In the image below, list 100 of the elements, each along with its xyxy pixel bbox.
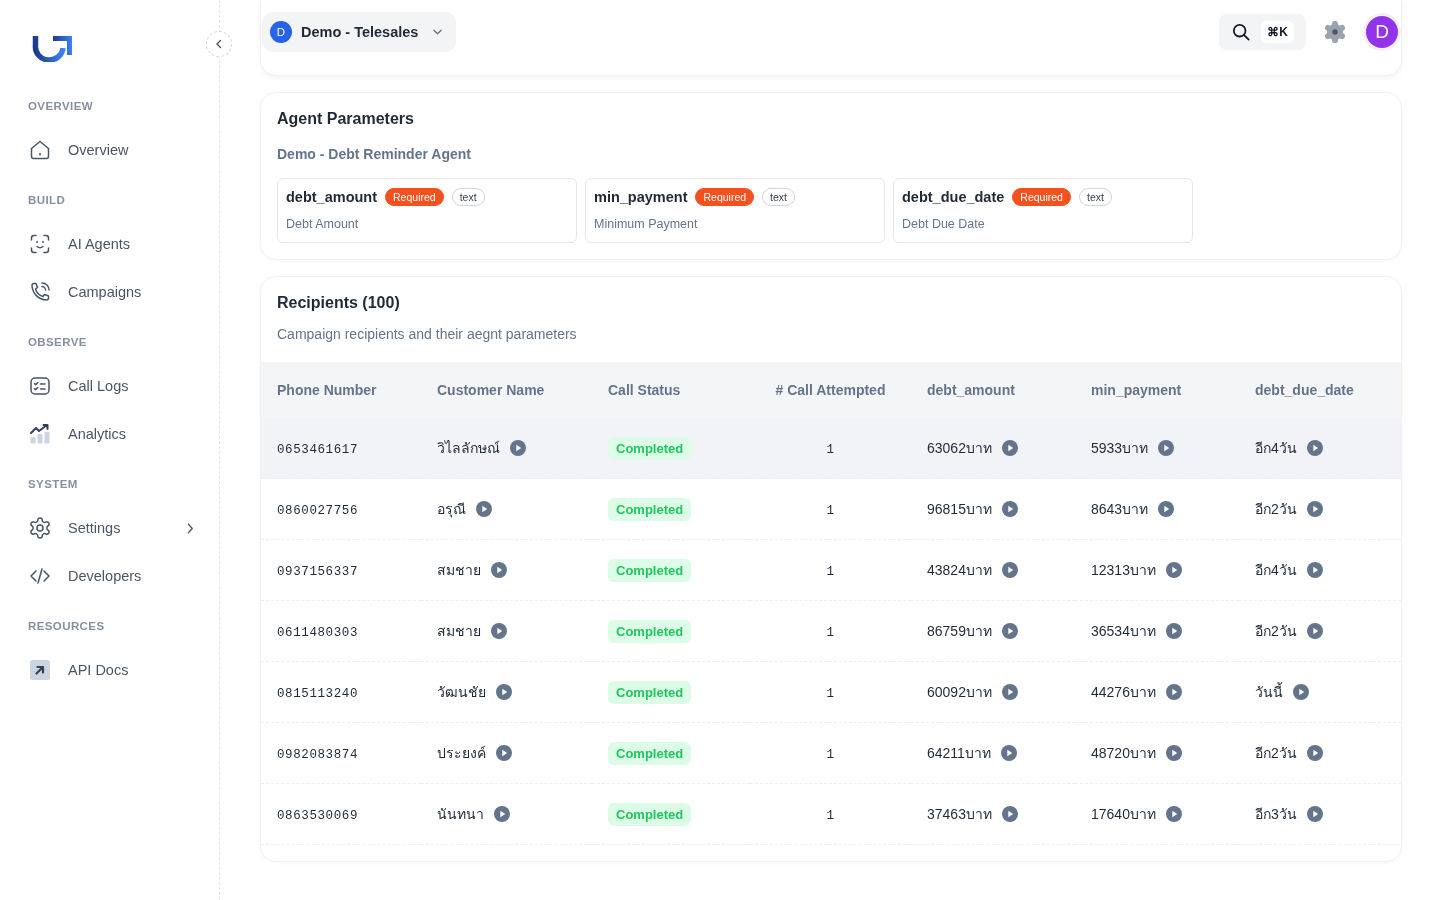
play-icon[interactable] (496, 684, 512, 700)
play-icon[interactable] (1001, 440, 1018, 456)
table-cell: 17640บาท (1091, 806, 1156, 822)
card-title: Recipients (100) (276, 293, 401, 313)
section-label: BUILD (28, 193, 67, 208)
play-icon[interactable] (1293, 684, 1309, 700)
sidebar-item[interactable]: Campaigns (28, 268, 194, 316)
table-cell: อรุณี (437, 501, 466, 517)
chart-icon (28, 422, 52, 446)
sidebar-item[interactable]: Settings (28, 504, 194, 552)
play-icon[interactable] (1306, 440, 1323, 456)
play-icon[interactable] (491, 623, 507, 639)
play-icon[interactable] (496, 745, 512, 761)
user-avatar[interactable]: D (1366, 16, 1398, 48)
column-header[interactable]: Phone Number (277, 382, 377, 398)
parameter-name: debt_amount (286, 189, 378, 205)
table-cell: 43824บาท (927, 562, 992, 578)
search-icon (1232, 23, 1251, 41)
play-icon[interactable] (1306, 745, 1323, 761)
sidebar-item[interactable]: Developers (28, 552, 194, 600)
card-description: Campaign recipients and their aegnt parameters (276, 325, 578, 344)
table-cell: 37463บาท (927, 806, 992, 822)
play-icon[interactable] (1165, 745, 1182, 761)
table-row[interactable]: 0815113240 วัฒนชัย Completed 1 60092บาท 44276บาท วันนี้ (261, 661, 1401, 723)
status-badge: Completed (608, 741, 692, 765)
play-icon[interactable] (491, 562, 507, 578)
play-icon[interactable] (1306, 501, 1323, 517)
play-icon[interactable] (1165, 806, 1182, 822)
play-icon[interactable] (510, 440, 526, 456)
column-header[interactable]: min_payment (1091, 382, 1182, 398)
table-cell: นันทนา (437, 806, 484, 822)
card-title: Agent Parameters (277, 109, 415, 129)
table-cell: วัฒนชัย (437, 684, 486, 700)
table-row[interactable]: 0937156337 สมชาย Completed 1 43824บาท 12313บาท อีก4วัน (261, 539, 1401, 601)
parameter-name: debt_due_date (902, 189, 1005, 205)
column-header[interactable]: debt_due_date (1255, 382, 1354, 398)
section-label: SYSTEM (28, 477, 79, 492)
play-icon[interactable] (1165, 623, 1182, 639)
table-cell: 48720บาท (1091, 745, 1156, 761)
parameter-description: Minimum Payment (594, 216, 699, 232)
settings-icon[interactable] (1324, 21, 1346, 43)
parameter-name: min_payment (594, 189, 688, 205)
play-icon[interactable] (1306, 806, 1323, 822)
table-cell: อีก2วัน (1255, 623, 1297, 639)
chevron-down-icon (433, 29, 443, 35)
play-icon[interactable] (1001, 562, 1018, 578)
table-cell: 8643บาท (1091, 501, 1149, 517)
table-cell: 1 (826, 747, 835, 762)
play-icon[interactable] (1001, 623, 1018, 639)
column-header[interactable]: # Call Attempted (775, 382, 886, 398)
play-icon[interactable] (1001, 501, 1018, 517)
play-icon[interactable] (1306, 623, 1323, 639)
shortcut-key: ⌘K (1261, 21, 1294, 43)
face-scan-icon (28, 232, 52, 256)
play-icon[interactable] (1000, 745, 1017, 761)
play-icon[interactable] (1158, 440, 1175, 456)
table-cell: สมชาย (437, 623, 481, 639)
table-cell: 12313บาท (1091, 562, 1156, 578)
play-icon[interactable] (1158, 501, 1175, 517)
table-cell: 64211บาท (927, 745, 991, 761)
table-cell: 1 (826, 564, 835, 579)
play-icon[interactable] (476, 501, 492, 517)
workspace-selector[interactable]: D Demo - Telesales (262, 12, 457, 52)
table-cell: 1 (826, 442, 835, 457)
workspace-avatar: D (270, 21, 292, 43)
search-button[interactable]: ⌘K (1219, 14, 1306, 50)
play-icon[interactable] (1306, 562, 1323, 578)
table-row[interactable]: 0860027756 อรุณี Completed 1 96815บาท 8643บาท อีก2วัน (261, 478, 1401, 540)
table-row[interactable]: 0653461617 วิไลลักษณ์ Completed 1 63062บาท 5933บาท อีก4วัน (261, 418, 1401, 479)
table-row[interactable]: 0982083874 ประยงค์ Completed 1 64211บาท 48720บาท อีก2วัน (261, 722, 1401, 784)
chevron-left-icon (214, 39, 224, 49)
table-cell: 36534บาท (1091, 623, 1156, 639)
status-badge: Completed (608, 802, 692, 826)
table-row[interactable]: 0611480303 สมชาย Completed 1 86759บาท 36534บาท อีก2วัน (261, 600, 1401, 662)
table-cell: วันนี้ (1255, 684, 1283, 700)
sidebar-item[interactable]: API Docs (28, 646, 194, 694)
table-cell: 96815บาท (927, 501, 992, 517)
play-icon[interactable] (494, 806, 510, 822)
play-icon[interactable] (1001, 684, 1018, 700)
table-row[interactable]: 0863530069 นันทนา Completed 1 37463บาท 17640บาท อีก3วัน (261, 783, 1401, 845)
table-cell: อีก3วัน (1255, 806, 1297, 822)
sidebar-item[interactable]: AI Agents (28, 220, 194, 268)
column-header[interactable]: debt_amount (927, 382, 1015, 398)
home-icon (28, 138, 52, 162)
play-icon[interactable] (1165, 562, 1182, 578)
type-badge: text (1078, 188, 1112, 206)
table-cell: อีก2วัน (1255, 745, 1297, 761)
status-badge: Completed (608, 619, 692, 643)
table-cell: สมชาย (437, 562, 481, 578)
logo (32, 36, 72, 62)
sidebar-item[interactable]: Overview (28, 126, 194, 174)
play-icon[interactable] (1165, 684, 1182, 700)
play-icon[interactable] (1001, 806, 1018, 822)
table-cell: 0815113240 (277, 686, 358, 701)
column-header[interactable]: Customer Name (437, 382, 545, 398)
sidebar-item[interactable]: Call Logs (28, 362, 194, 410)
column-header[interactable]: Call Status (608, 382, 681, 398)
table-cell: 44276บาท (1091, 684, 1156, 700)
sidebar-item[interactable]: Analytics (28, 410, 194, 458)
section-label: RESOURCES (28, 619, 106, 634)
